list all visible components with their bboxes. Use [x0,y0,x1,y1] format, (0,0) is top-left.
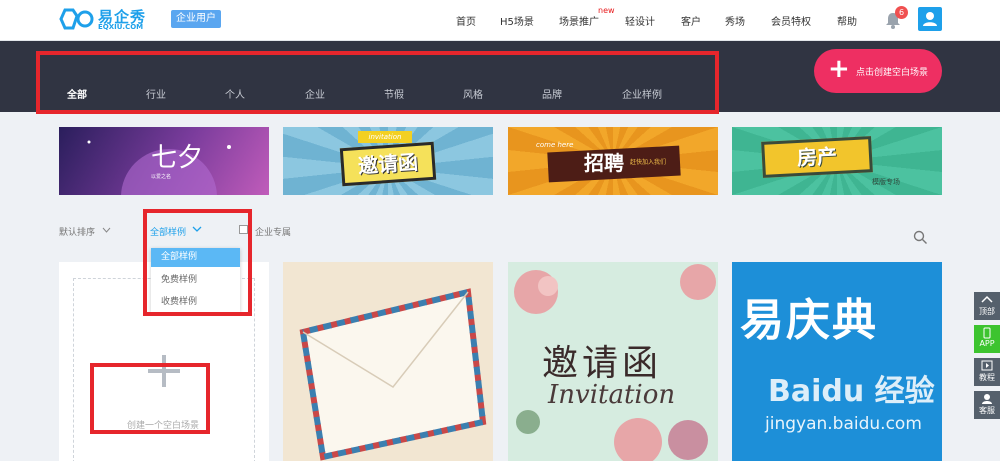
banner-qixi[interactable]: 七夕 以爱之名 [59,127,269,195]
side-tool-service[interactable]: 客服 [974,391,1000,419]
plus-icon: + [828,54,850,84]
invitation-script: Invitation [548,380,676,410]
banner-recruit[interactable]: come here 招聘 赶快加入我们 [508,127,718,195]
create-blank-scene-button[interactable]: + 点击创建空白场景 [814,49,942,93]
sort-label: 默认排序 [59,228,96,238]
side-tool-app-label: APP [979,339,995,348]
category-brand[interactable]: 品牌 [542,86,562,101]
banner-recruit-tag: come here [536,141,574,149]
logo-subtext: EQXIU.COM [98,23,144,31]
avatar[interactable] [918,7,942,31]
banner-recruit-sub: 赶快加入我们 [630,159,667,166]
nav-help[interactable]: 帮助 [837,13,857,28]
category-industry[interactable]: 行业 [146,86,166,101]
chevron-down-icon [102,227,111,233]
category-holiday[interactable]: 节假 [384,86,404,101]
envelope-illustration [299,288,487,461]
new-label: new [598,6,615,15]
template-card-invitation[interactable]: 邀请函 Invitation [508,262,718,461]
category-personal[interactable]: 个人 [225,86,245,101]
phone-icon [983,327,991,339]
banner-qixi-title: 七夕 [151,143,204,173]
annotation-box-categories [36,51,719,114]
enterprise-user-tag[interactable]: 企业用户 [171,10,221,28]
annotation-box-blank-scene [90,363,210,434]
logo-icon[interactable] [59,8,95,30]
banner-realestate-sub: 模版专场 [872,178,900,186]
sort-select[interactable]: 默认排序 [59,225,95,238]
side-tool-service-label: 客服 [979,406,995,415]
banner-recruit-title: 招聘 [584,151,624,175]
side-tool-app[interactable]: APP [974,325,1000,353]
search-icon[interactable] [913,230,928,245]
watermark-url: jingyan.baidu.com [765,414,922,434]
celebration-title: 易庆典 [740,295,878,346]
banner-invitation[interactable]: invitation 邀请函 [283,127,493,195]
invitation-title: 邀请函 [542,343,663,384]
nav-customer[interactable]: 客户 [681,13,701,28]
banner-realestate-title: 房产 [761,136,873,178]
person-icon [982,394,992,404]
nav-home[interactable]: 首页 [456,13,476,28]
nav-h5[interactable]: H5场景 [500,13,534,28]
category-style[interactable]: 风格 [463,86,483,101]
category-enterprise-sample[interactable]: 企业样例 [622,86,662,101]
play-icon [981,360,993,371]
user-icon [923,12,937,26]
watermark-brand: Baidu 经验 [768,374,935,409]
side-tool-top-label: 顶部 [979,307,995,316]
nav-promotion[interactable]: 场景推广 [559,13,599,28]
banner-invitation-tag: invitation [358,131,412,143]
side-tool-top[interactable]: 顶部 [974,292,1000,320]
enterprise-only-label: 企业专属 [255,228,292,238]
category-enterprise[interactable]: 企业 [305,86,325,101]
nav-membership[interactable]: 会员特权 [771,13,811,28]
create-button-label: 点击创建空白场景 [856,68,929,78]
nav-showcase[interactable]: 秀场 [725,13,745,28]
nav-light-design[interactable]: 轻设计 [625,13,655,28]
notification-badge: 6 [895,6,908,19]
side-tool-tutorial-label: 教程 [979,373,995,382]
category-all[interactable]: 全部 [67,86,87,101]
banner-qixi-sub: 以爱之名 [151,174,172,180]
annotation-box-dropdown [143,209,252,316]
banner-realestate[interactable]: 房产 模版专场 [732,127,942,195]
template-card-envelope[interactable] [283,262,493,461]
side-tool-tutorial[interactable]: 教程 [974,358,1000,386]
banner-invitation-title: 邀请函 [339,141,437,187]
chevron-up-icon [981,295,993,303]
